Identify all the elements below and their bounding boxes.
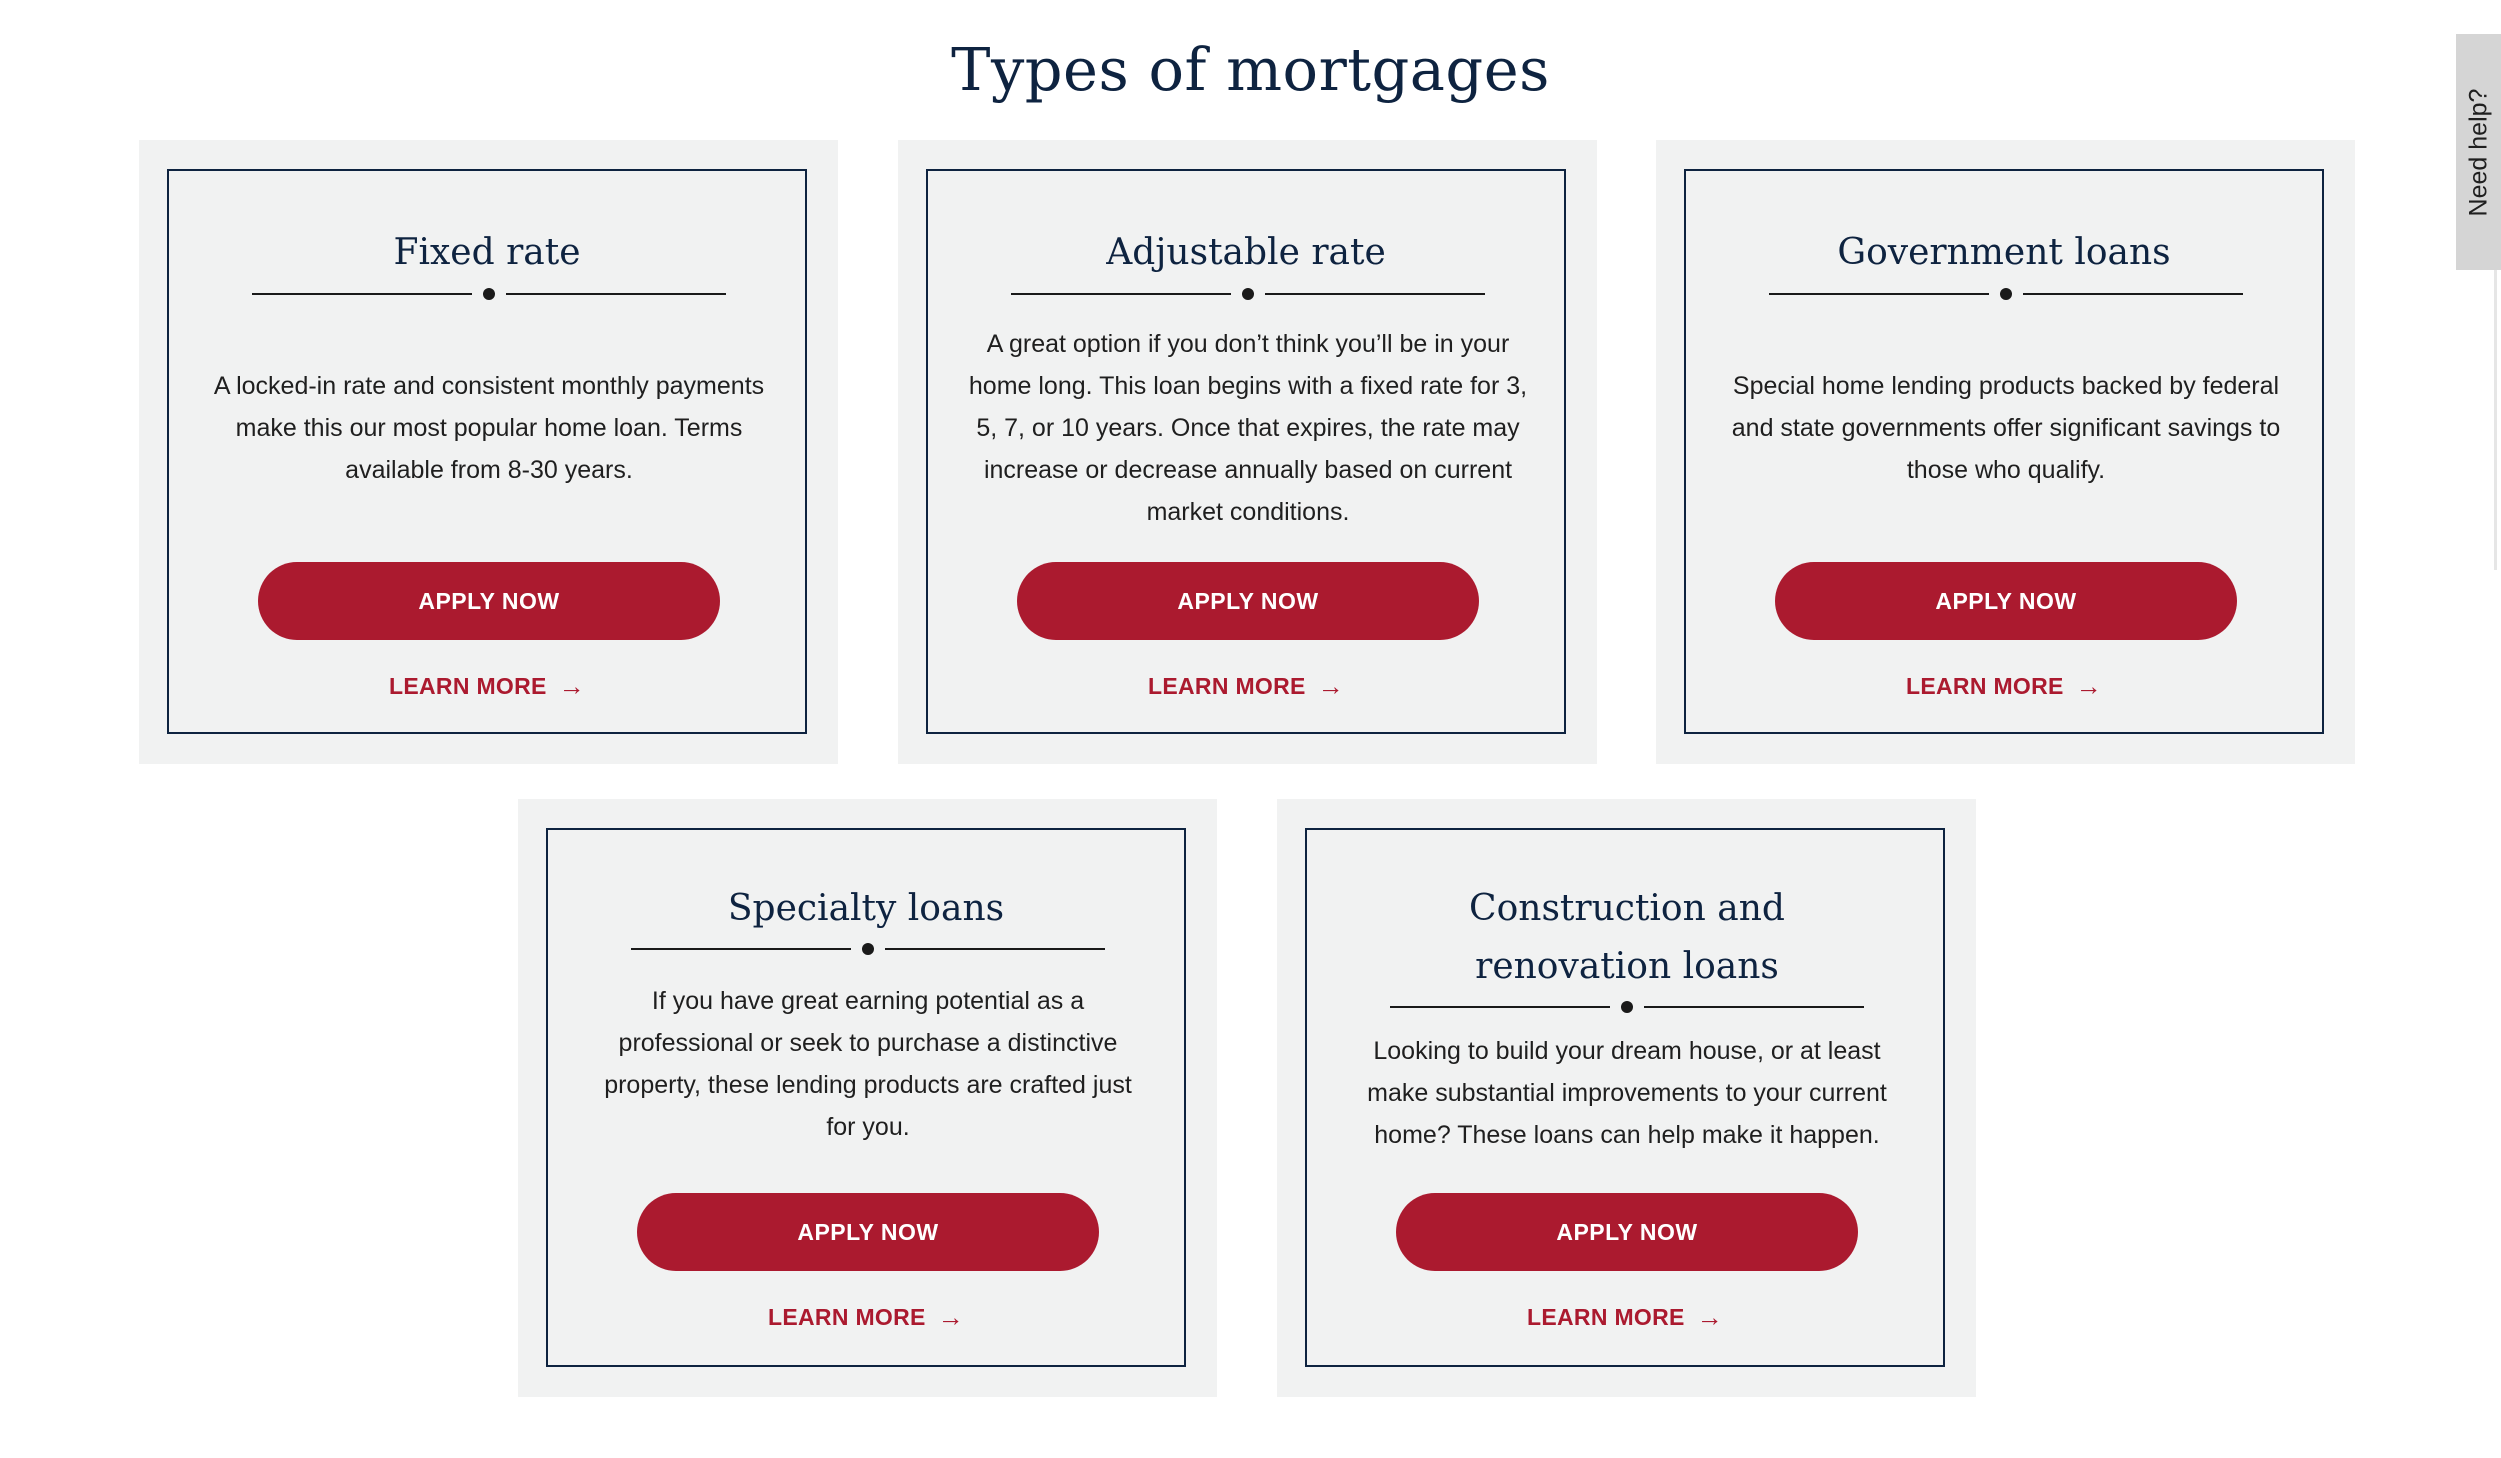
apply-now-button[interactable]: APPLY NOW [1396, 1193, 1858, 1271]
learn-more-link[interactable]: LEARN MORE → [548, 1297, 1184, 1337]
divider-line [1644, 1006, 1864, 1008]
card-description: Looking to build your dream house, or at… [1367, 1037, 1887, 1149]
card-divider [252, 288, 726, 300]
learn-more-link[interactable]: LEARN MORE → [1307, 1297, 1943, 1337]
divider-line [1769, 293, 1989, 295]
card-frame: Adjustable rate A great option if you do… [926, 169, 1566, 734]
need-help-tab[interactable]: Need help? [2456, 34, 2501, 270]
card-description: Special home lending products backed by … [1731, 372, 2281, 484]
card-title: Construction and renovation loans [1469, 888, 1785, 987]
need-help-label: Need help? [2464, 88, 2493, 216]
apply-now-button[interactable]: APPLY NOW [1017, 562, 1479, 640]
divider-line [1390, 1006, 1610, 1008]
card-title: Government loans [1837, 232, 2171, 273]
apply-now-button[interactable]: APPLY NOW [258, 562, 720, 640]
card-frame: Fixed rate A locked-in rate and consiste… [167, 169, 807, 734]
divider-dot-icon [1242, 288, 1254, 300]
card-description: If you have great earning potential as a… [604, 987, 1132, 1141]
arrow-right-icon: → [558, 671, 585, 701]
divider-line [631, 948, 851, 950]
card-title: Specialty loans [727, 888, 1005, 929]
learn-more-label: LEARN MORE [1527, 1303, 1685, 1330]
learn-more-label: LEARN MORE [1906, 672, 2064, 699]
card-frame: Government loans Special home lending pr… [1684, 169, 2324, 734]
learn-more-link[interactable]: LEARN MORE → [169, 666, 805, 706]
card-title: Adjustable rate [1106, 232, 1386, 273]
arrow-right-icon: → [1696, 1302, 1723, 1332]
mortgage-card-government-loans: Government loans Special home lending pr… [1656, 140, 2355, 764]
learn-more-link[interactable]: LEARN MORE → [1686, 666, 2322, 706]
card-description: A great option if you don’t think you’ll… [968, 330, 1528, 526]
apply-now-button[interactable]: APPLY NOW [637, 1193, 1099, 1271]
card-divider [631, 943, 1105, 955]
card-divider [1390, 1001, 1864, 1013]
divider-line [252, 293, 472, 295]
learn-more-label: LEARN MORE [1148, 672, 1306, 699]
scrollbar-track[interactable] [2494, 270, 2497, 570]
card-divider [1011, 288, 1485, 300]
mortgage-card-specialty-loans: Specialty loans If you have great earnin… [518, 799, 1217, 1397]
divider-dot-icon [1621, 1001, 1633, 1013]
learn-more-label: LEARN MORE [768, 1303, 926, 1330]
mortgage-card-adjustable-rate: Adjustable rate A great option if you do… [898, 140, 1597, 764]
divider-line [1265, 293, 1485, 295]
card-title: Fixed rate [393, 232, 581, 273]
divider-dot-icon [862, 943, 874, 955]
apply-now-button[interactable]: APPLY NOW [1775, 562, 2237, 640]
divider-line [1011, 293, 1231, 295]
arrow-right-icon: → [937, 1302, 964, 1332]
card-frame: Construction and renovation loans Lookin… [1305, 828, 1945, 1367]
divider-line [885, 948, 1105, 950]
learn-more-link[interactable]: LEARN MORE → [928, 666, 1564, 706]
page-title: Types of mortgages [951, 35, 1550, 104]
card-description: A locked-in rate and consistent monthly … [213, 372, 765, 484]
mortgage-card-fixed-rate: Fixed rate A locked-in rate and consiste… [139, 140, 838, 764]
arrow-right-icon: → [2075, 671, 2102, 701]
divider-line [506, 293, 726, 295]
divider-dot-icon [483, 288, 495, 300]
mortgage-card-construction-renovation: Construction and renovation loans Lookin… [1277, 799, 1976, 1397]
divider-dot-icon [2000, 288, 2012, 300]
card-divider [1769, 288, 2243, 300]
learn-more-label: LEARN MORE [389, 672, 547, 699]
divider-line [2023, 293, 2243, 295]
card-frame: Specialty loans If you have great earnin… [546, 828, 1186, 1367]
arrow-right-icon: → [1317, 671, 1344, 701]
